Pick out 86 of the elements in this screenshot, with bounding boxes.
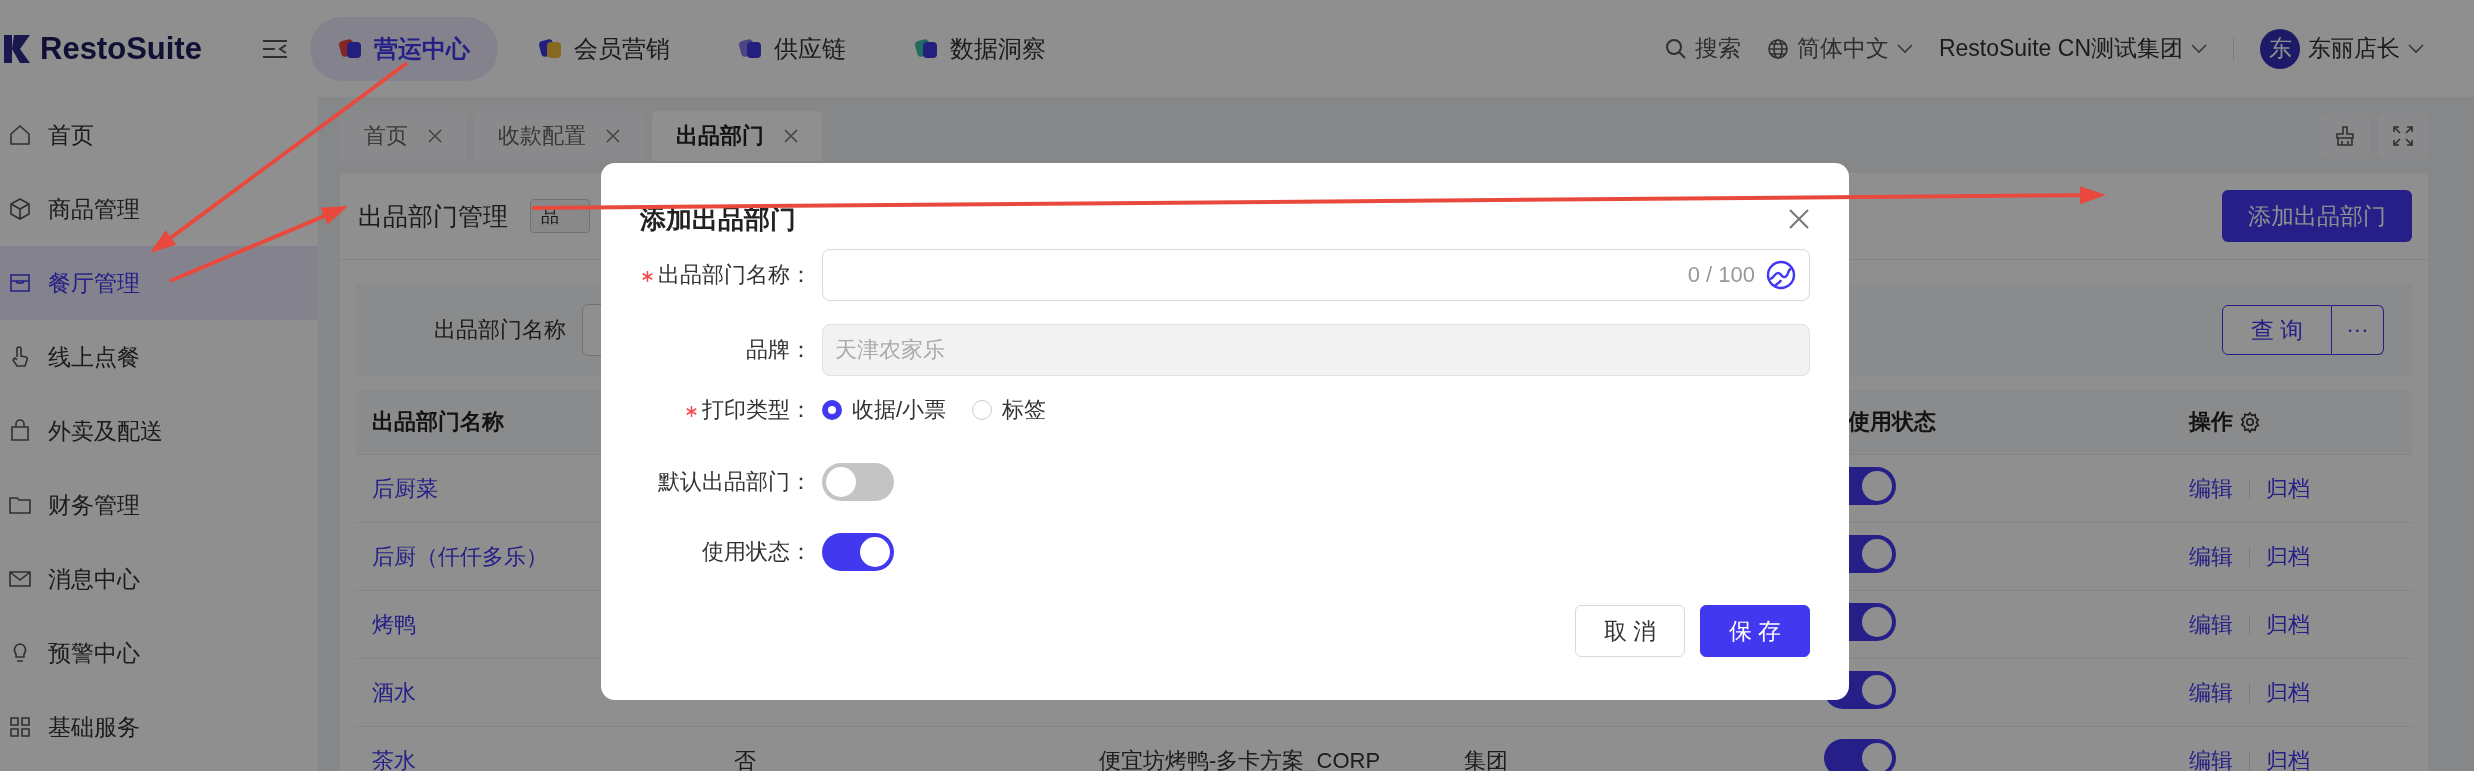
more-button[interactable]: ···	[2332, 305, 2384, 355]
field-label: 默认出品部门：	[658, 469, 812, 494]
sidebar-item[interactable]: 消息中心	[0, 542, 318, 616]
field-label: 使用状态：	[702, 539, 812, 564]
globe-icon	[1766, 37, 1789, 60]
page-tab[interactable]: 收款配置	[474, 111, 644, 161]
module-tab[interactable]: 供应链	[710, 16, 874, 81]
archive-link[interactable]: 归档	[2266, 677, 2310, 708]
character-counter: 0 / 100	[1687, 262, 1755, 288]
sidebar-item[interactable]: 预警中心	[0, 616, 318, 690]
store-icon	[8, 271, 32, 295]
filter-label: 出品部门名称	[434, 316, 566, 344]
search-button[interactable]: 搜索	[1664, 33, 1741, 64]
field-label: 出品部门名称：	[658, 262, 812, 287]
organization-select[interactable]: RestoSuite CN测试集团	[1938, 33, 2207, 64]
settings-icon	[2239, 411, 2261, 433]
column-header: 使用状态	[1848, 408, 1936, 436]
query-button[interactable]: 查询	[2222, 305, 2332, 355]
module-tab[interactable]: 会员营销	[510, 16, 698, 81]
cube-icon	[8, 197, 32, 221]
search-icon	[1664, 37, 1687, 60]
sidebar-item[interactable]: 财务管理	[0, 468, 318, 542]
edit-link[interactable]: 编辑	[2189, 473, 2233, 504]
field-label: 品牌：	[746, 337, 812, 362]
required-icon	[642, 271, 653, 282]
user-menu[interactable]: 东丽店长	[2308, 33, 2424, 64]
clean-button[interactable]	[2320, 113, 2370, 159]
edit-link[interactable]: 编辑	[2189, 745, 2233, 771]
sidebar-item[interactable]: 商品管理	[0, 172, 318, 246]
archive-link[interactable]: 归档	[2266, 609, 2310, 640]
required-icon	[686, 406, 697, 417]
module-tab[interactable]: 数据洞察	[886, 16, 1074, 81]
archive-link[interactable]: 归档	[2266, 745, 2310, 771]
language-select[interactable]: 简体中文	[1766, 33, 1913, 64]
radio-option[interactable]: 标签	[972, 395, 1047, 425]
department-link[interactable]: 烤鸭	[372, 611, 416, 637]
expand-icon	[2392, 125, 2414, 147]
logo-text: RestoSuite	[40, 30, 202, 67]
toggle-switch[interactable]	[822, 463, 894, 501]
edit-link[interactable]: 编辑	[2189, 541, 2233, 572]
home-icon	[8, 123, 32, 147]
sidebar-item[interactable]: 线上点餐	[0, 320, 318, 394]
chevron-down-icon	[2408, 43, 2424, 54]
page-title: 出品部门管理	[358, 200, 508, 232]
globe-icon	[1765, 259, 1797, 291]
broom-icon	[2333, 124, 2357, 148]
chevron-down-icon	[2191, 43, 2207, 54]
edit-link[interactable]: 编辑	[2189, 609, 2233, 640]
column-header: 出品部门名称	[372, 408, 504, 436]
text-field[interactable]: 0 / 100	[822, 249, 1810, 301]
column-header: 操作	[2189, 408, 2233, 436]
radio-option[interactable]: 收据/小票	[822, 395, 947, 425]
page-tab[interactable]: 出品部门	[652, 111, 822, 161]
toggle-switch[interactable]	[1824, 738, 1896, 771]
sidebar-item[interactable]: 首页	[0, 98, 318, 172]
department-link[interactable]: 后厨（仟仟多乐）	[372, 543, 548, 569]
close-icon	[784, 129, 798, 143]
cancel-button[interactable]: 取消	[1575, 605, 1685, 657]
archive-link[interactable]: 归档	[2266, 473, 2310, 504]
toggle-switch[interactable]	[822, 533, 894, 571]
chevron-down-icon	[1896, 43, 1913, 54]
close-icon	[1788, 208, 1810, 230]
department-link[interactable]: 酒水	[372, 679, 416, 705]
archive-link[interactable]: 归档	[2266, 541, 2310, 572]
table-cell-text: 否	[733, 746, 757, 771]
add-button[interactable]: 添加出品部门	[2222, 190, 2412, 242]
module-tab[interactable]: 营运中心	[310, 16, 498, 81]
close-button[interactable]	[1788, 208, 1810, 230]
page-tab[interactable]: 首页	[340, 111, 466, 161]
user-avatar: 东	[2260, 28, 2300, 69]
sidebar-item[interactable]: 餐厅管理	[0, 246, 318, 320]
grid-icon	[8, 715, 32, 739]
close-icon	[606, 129, 620, 143]
department-link[interactable]: 茶水	[372, 747, 416, 771]
collapse-icon	[262, 38, 288, 59]
department-link[interactable]: 后厨菜	[372, 475, 438, 501]
close-icon	[428, 129, 442, 143]
field-label: 打印类型：	[702, 397, 812, 422]
fullscreen-button[interactable]	[2378, 113, 2428, 159]
bag-icon	[8, 419, 32, 443]
edit-link[interactable]: 编辑	[2189, 677, 2233, 708]
table-cell-text: 便宜坊烤鸭-多卡方案_CORP	[1098, 746, 1382, 771]
sidebar-item[interactable]: 基础服务	[0, 690, 318, 764]
save-button[interactable]: 保存	[1700, 605, 1810, 657]
sidebar-item[interactable]: 外卖及配送	[0, 394, 318, 468]
table-cell-text: 集团	[1463, 746, 1509, 771]
